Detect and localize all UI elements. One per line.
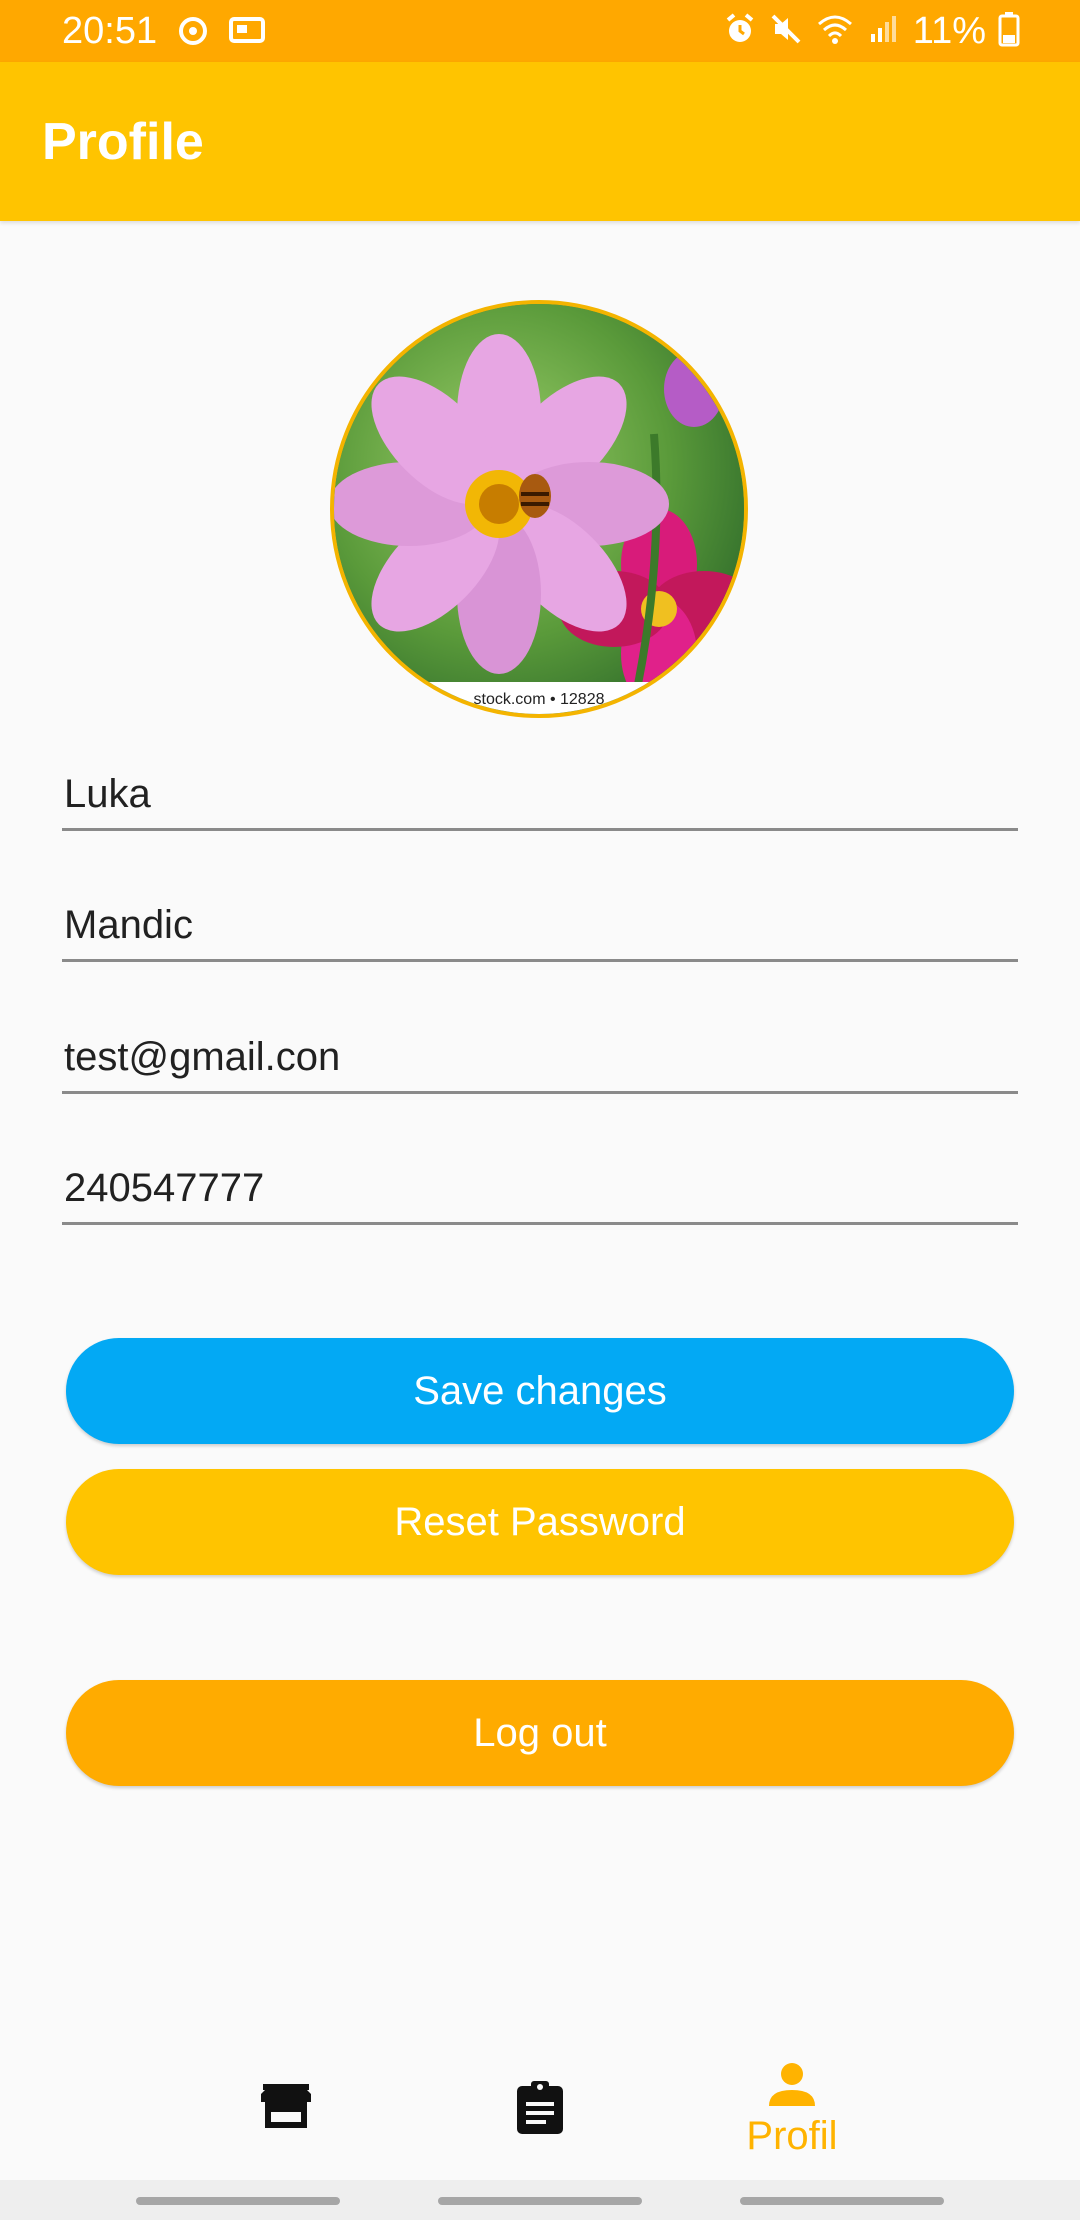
profile-avatar[interactable]: stock.com • 12828: [330, 300, 748, 718]
first-name-field[interactable]: Luka: [62, 751, 1018, 831]
phone-value: 240547777: [64, 1166, 265, 1210]
status-bar: 20:51 11%: [0, 0, 1080, 62]
mute-icon: [769, 12, 803, 51]
nav-label-profile: Profil: [746, 2114, 838, 2158]
store-icon: [260, 2082, 312, 2135]
clipboard-icon: [515, 2080, 565, 2141]
wifi-icon: [815, 12, 855, 51]
gesture-hint-right[interactable]: [740, 2197, 944, 2205]
save-changes-label: Save changes: [413, 1368, 667, 1413]
page-title: Profile: [42, 113, 204, 171]
save-changes-button[interactable]: Save changes: [66, 1338, 1014, 1444]
logout-label: Log out: [473, 1710, 607, 1755]
status-right: 11%: [723, 8, 1020, 54]
bottom-navigation: Profil: [0, 2040, 1080, 2180]
logout-button[interactable]: Log out: [66, 1680, 1014, 1786]
nav-item-profile[interactable]: Profil: [672, 2040, 912, 2180]
signal-icon: [867, 12, 901, 51]
gesture-hint-left[interactable]: [136, 2197, 340, 2205]
nav-item-shop[interactable]: [166, 2040, 406, 2180]
nav-item-orders[interactable]: [420, 2040, 660, 2180]
email-value: test@gmail.con: [64, 1035, 341, 1079]
alarm-icon: [723, 12, 757, 51]
gesture-bar: [0, 2180, 1080, 2220]
email-field[interactable]: test@gmail.con: [62, 1014, 1018, 1094]
profile-screen: 20:51 11% Profile stock.com • 12828 Luka…: [0, 0, 1080, 2220]
phone-field[interactable]: 240547777: [62, 1145, 1018, 1225]
person-icon: [768, 2062, 816, 2113]
cast-icon: [228, 14, 268, 53]
status-time: 20:51: [62, 10, 158, 52]
battery-icon: [998, 11, 1020, 52]
reset-password-label: Reset Password: [394, 1499, 686, 1544]
sync-icon: [176, 14, 210, 53]
last-name-value: Mandic: [64, 903, 193, 947]
avatar-watermark: stock.com • 12828: [474, 691, 605, 708]
status-left-icons: [176, 14, 268, 53]
reset-password-button[interactable]: Reset Password: [66, 1469, 1014, 1575]
gesture-hint-center[interactable]: [438, 2197, 642, 2205]
battery-percent: 11%: [912, 10, 986, 52]
first-name-value: Luka: [64, 772, 151, 816]
avatar-flower-image: stock.com • 12828: [334, 304, 744, 714]
last-name-field[interactable]: Mandic: [62, 882, 1018, 962]
app-bar: Profile: [0, 62, 1080, 221]
